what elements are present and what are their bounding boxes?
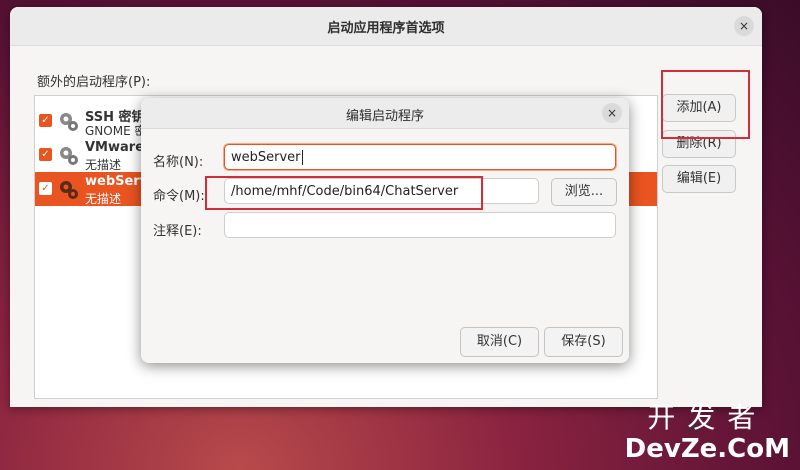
comment-label: 注释(E): — [153, 224, 202, 239]
dialog-titlebar: 编辑启动程序 × — [141, 98, 629, 129]
item-description: 无描述 — [85, 192, 122, 206]
gear-icon — [60, 181, 78, 199]
save-button[interactable]: 保存(S) — [544, 327, 623, 357]
watermark-line1: 开发者 — [647, 401, 768, 434]
item-description: 无描述 — [85, 158, 122, 172]
edit-startup-dialog: 编辑启动程序 × 名称(N): webServer 命令(M): /home/m… — [141, 98, 629, 363]
gear-icon — [60, 113, 78, 131]
cancel-button[interactable]: 取消(C) — [460, 327, 539, 357]
main-titlebar: 启动应用程序首选项 × — [10, 7, 762, 46]
item-checkbox[interactable]: ✓ — [39, 114, 52, 127]
watermark: 开发者 DevZe.CoM — [624, 401, 790, 465]
item-description: GNOME 密 — [85, 124, 147, 138]
name-field[interactable]: webServer — [224, 144, 616, 170]
annotation-highlight-command — [205, 176, 483, 210]
gear-icon — [60, 147, 78, 165]
comment-field[interactable] — [224, 212, 616, 238]
startup-list-label: 额外的启动程序(P): — [37, 75, 151, 90]
dialog-title: 编辑启动程序 — [345, 109, 424, 124]
text-caret — [301, 150, 303, 165]
watermark-line2: DevZe.CoM — [624, 434, 790, 464]
browse-button[interactable]: 浏览... — [551, 178, 617, 206]
name-value: webServer — [231, 150, 301, 165]
edit-button[interactable]: 编辑(E) — [662, 165, 736, 193]
name-label: 名称(N): — [153, 155, 204, 170]
annotation-highlight-add — [661, 70, 750, 139]
main-close-button[interactable]: × — [734, 16, 754, 36]
item-checkbox[interactable]: ✓ — [39, 182, 52, 195]
main-window-title: 启动应用程序首选项 — [327, 21, 445, 36]
command-label: 命令(M): — [153, 189, 205, 204]
item-checkbox[interactable]: ✓ — [39, 148, 52, 161]
dialog-close-button[interactable]: × — [602, 103, 622, 123]
